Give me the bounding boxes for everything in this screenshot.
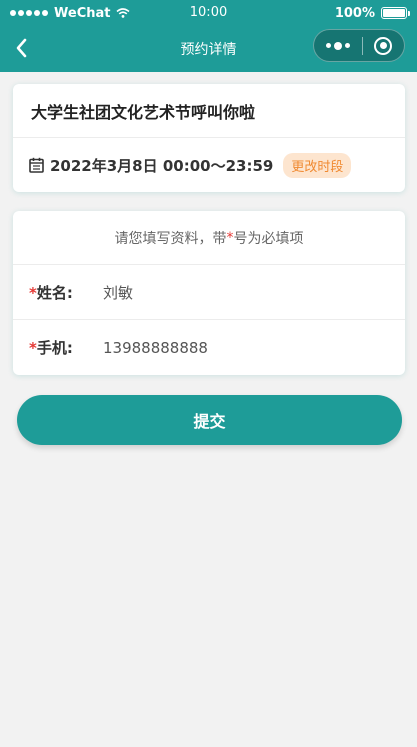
name-input[interactable] [103, 283, 383, 301]
capsule-divider [361, 36, 363, 55]
change-timeslot-button[interactable]: 更改时段 [283, 152, 352, 178]
phone-label: *手机: [29, 339, 73, 357]
name-label: *姓名: [29, 283, 73, 302]
header: WeChat 10:00 100% 预约详情 [0, 0, 417, 72]
status-bar: WeChat 10:00 100% [0, 0, 417, 26]
more-dots-icon[interactable] [326, 41, 350, 50]
mini-program-capsule [313, 29, 405, 62]
form-card: 请您填写资料，带*号为必填项 *姓名: *手机: [13, 211, 405, 375]
phone-input[interactable] [103, 338, 383, 357]
form-hint-suffix: 号为必填项 [233, 230, 304, 247]
nav-bar: 预约详情 [0, 26, 417, 72]
form-hint: 请您填写资料，带 * 号为必填项 [13, 211, 405, 265]
status-time: 10:00 [189, 5, 228, 20]
battery-icon [381, 7, 410, 19]
event-title: 大学生社团文化艺术节呼叫你啦 [13, 84, 405, 138]
close-circle-icon[interactable] [374, 36, 392, 55]
page-title: 预约详情 [180, 42, 237, 58]
submit-button[interactable]: 提交 [17, 395, 402, 445]
phone-row: *手机: [13, 320, 405, 375]
chevron-left-icon[interactable] [12, 36, 32, 60]
event-card: 大学生社团文化艺术节呼叫你啦 2022年3月8日 00:00～23:59 更改时… [13, 84, 405, 192]
form-hint-prefix: 请您填写资料，带 [114, 230, 227, 247]
calendar-icon [29, 157, 44, 173]
form-hint-star: * [226, 229, 234, 246]
screen: WeChat 10:00 100% 预约详情 大学生社团文化艺术节呼叫你啦 20… [0, 0, 417, 747]
name-row: *姓名: [13, 265, 405, 320]
event-datetime: 2022年3月8日 00:00～23:59 [50, 156, 274, 175]
event-time-row: 2022年3月8日 00:00～23:59 更改时段 [13, 138, 405, 192]
